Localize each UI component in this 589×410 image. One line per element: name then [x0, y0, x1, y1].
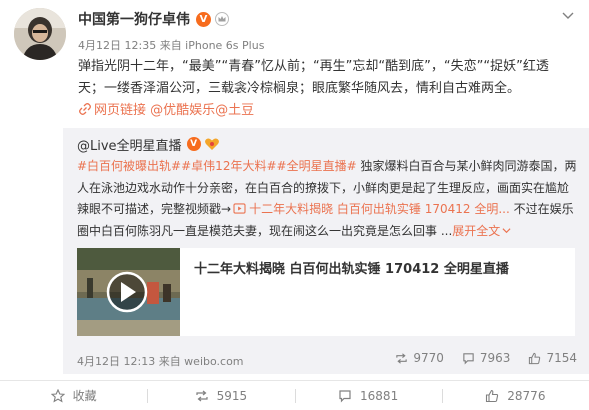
link-icon: [79, 103, 91, 115]
repost-author[interactable]: @Live全明星直播: [77, 135, 182, 154]
chevron-down-icon[interactable]: [502, 226, 511, 235]
comment-icon: [339, 389, 351, 402]
repost-repost-count[interactable]: 9770: [395, 351, 444, 365]
author-row: 中国第一狗仔卓伟 V: [78, 10, 229, 28]
avatar[interactable]: [14, 8, 66, 60]
star-icon: [50, 388, 65, 403]
repost-icon: [195, 390, 208, 401]
repost-verified-badge: V: [186, 137, 201, 151]
repost-comments-value: 7963: [479, 351, 511, 365]
comment-count: 16881: [360, 388, 399, 403]
chevron-down-icon[interactable]: [561, 8, 575, 22]
hashtag-1[interactable]: #白百何被曝出轨#: [77, 159, 181, 173]
video-thumbnail-image: [77, 248, 180, 336]
crown-icon[interactable]: [215, 12, 229, 26]
repost-like-count[interactable]: 7154: [528, 351, 577, 365]
post-text: 弹指光阴十二年，“最美”“青春”忆从前；“再生”忘却“酷到底”，“失恋”“捉妖”…: [78, 59, 549, 96]
comment-button[interactable]: 16881: [294, 381, 442, 410]
repost-comment-count[interactable]: 7963: [462, 351, 511, 365]
video-card[interactable]: 十二年大料揭晓 白百何出轨实锤 170412 全明星直播: [77, 248, 575, 336]
action-bar: 收藏 5915 16881 28776: [0, 380, 589, 410]
video-link[interactable]: 十二年大料揭晓 白百何出轨实锤 170412 全明...: [249, 202, 510, 216]
hashtag-2[interactable]: #卓伟12年大料#: [181, 159, 276, 173]
author-name[interactable]: 中国第一狗仔卓伟: [78, 9, 190, 29]
like-count: 28776: [507, 388, 546, 403]
repost-icon: [396, 352, 408, 364]
mention-tudou[interactable]: @土豆: [215, 103, 254, 118]
repost-count: 5915: [216, 388, 248, 403]
thumbs-up-icon: [486, 389, 499, 402]
thumbs-up-icon: [529, 352, 541, 364]
weibo-card: 中国第一狗仔卓伟 V 4月12日 12:35 来自 iPhone 6s Plus…: [0, 0, 589, 410]
hashtag-3[interactable]: #全明星直播#: [277, 159, 357, 173]
expand-full-text[interactable]: 展开全文: [452, 224, 500, 238]
repost-stats: 9770 7963 7154: [377, 351, 577, 365]
repost-text: #白百何被曝出轨##卓伟12年大料##全明星直播# 独家爆料白百合与某小鲜肉同游…: [77, 156, 577, 242]
like-button[interactable]: 28776: [441, 381, 589, 410]
reposted-post: @Live全明星直播 V #白百何被曝出轨##卓伟12年大料##全明星直播# 独…: [63, 128, 589, 374]
repost-likes-value: 7154: [546, 351, 577, 365]
web-link[interactable]: 网页链接: [94, 103, 146, 118]
favorite-button[interactable]: 收藏: [0, 381, 147, 410]
repost-button[interactable]: 5915: [147, 381, 294, 410]
favorite-label: 收藏: [72, 389, 97, 403]
avatar-image: [14, 8, 66, 60]
video-title[interactable]: 十二年大料揭晓 白百何出轨实锤 170412 全明星直播: [194, 258, 509, 277]
verified-badge: V: [196, 11, 211, 27]
repost-reposts-value: 9770: [413, 351, 444, 365]
video-link-icon: [233, 203, 246, 214]
video-thumbnail[interactable]: [77, 248, 180, 336]
post-meta: 4月12日 12:35 来自 iPhone 6s Plus: [78, 39, 265, 52]
post-links: 网页链接 @优酷娱乐@土豆: [78, 101, 254, 121]
repost-author-row: @Live全明星直播 V: [77, 135, 220, 154]
heart-badge-icon: [204, 138, 219, 150]
mention-youku[interactable]: @优酷娱乐: [150, 103, 215, 118]
repost-meta: 4月12日 12:13 来自 weibo.com: [77, 355, 244, 368]
comment-icon: [463, 352, 474, 364]
